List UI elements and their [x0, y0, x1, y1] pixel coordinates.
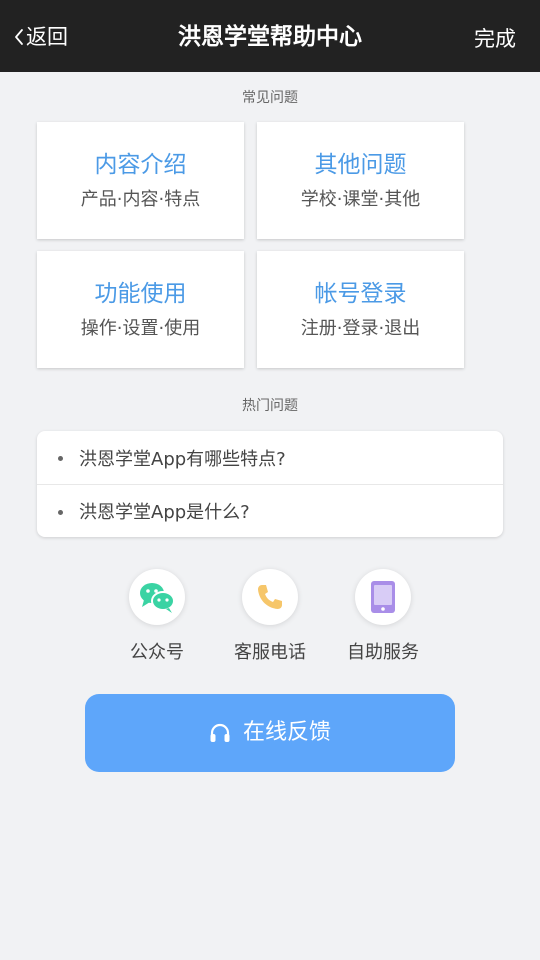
category-title: 内容介绍	[94, 152, 187, 178]
hot-question-text: 洪恩学堂App是什么?	[79, 502, 250, 523]
bullet-dot	[58, 510, 63, 515]
headset-icon	[210, 723, 230, 742]
contact-icon-circle	[242, 569, 298, 625]
back-button[interactable]: 返回	[14, 22, 68, 52]
category-card-other[interactable]: 其他问题 学校·课堂·其他	[257, 122, 464, 239]
header-bar: 返回 洪恩学堂帮助中心 完成	[0, 0, 540, 72]
hot-question-item[interactable]: 洪恩学堂App是什么?	[37, 484, 503, 537]
contact-icon-circle	[355, 569, 411, 625]
category-title: 帐号登录	[314, 281, 407, 307]
done-button[interactable]: 完成	[474, 24, 516, 54]
contact-phone[interactable]: 客服电话	[215, 569, 325, 665]
contact-label: 公众号	[130, 642, 184, 663]
bullet-dot	[58, 456, 63, 461]
category-card-content[interactable]: 内容介绍 产品·内容·特点	[37, 122, 244, 239]
contact-wechat[interactable]: 公众号	[102, 569, 212, 665]
phone-icon	[258, 585, 282, 609]
tablet-icon	[371, 581, 395, 613]
hot-question-item[interactable]: 洪恩学堂App有哪些特点?	[37, 431, 503, 484]
contact-label: 自助服务	[347, 642, 419, 663]
wechat-icon	[140, 583, 175, 613]
faq-section-label: 常见问题	[242, 90, 298, 106]
contact-self-service[interactable]: 自助服务	[328, 569, 438, 665]
category-subtitle: 注册·登录·退出	[300, 318, 421, 339]
category-subtitle: 操作·设置·使用	[80, 318, 201, 339]
category-card-features[interactable]: 功能使用 操作·设置·使用	[37, 251, 244, 368]
contact-icon-circle	[129, 569, 185, 625]
page-title: 洪恩学堂帮助中心	[178, 24, 362, 50]
category-card-account[interactable]: 帐号登录 注册·登录·退出	[257, 251, 464, 368]
online-feedback-button[interactable]: 在线反馈	[85, 694, 455, 772]
hot-question-list: 洪恩学堂App有哪些特点? 洪恩学堂App是什么?	[37, 431, 503, 537]
chevron-left-icon	[15, 29, 23, 45]
back-label: 返回	[26, 25, 68, 49]
hot-section-label: 热门问题	[242, 398, 298, 414]
category-title: 其他问题	[314, 152, 407, 178]
help-center-screen: 返回 洪恩学堂帮助中心 完成 常见问题 内容介绍 产品·内容·特点 其他问题 学…	[0, 0, 540, 960]
contact-label: 客服电话	[234, 642, 306, 663]
category-title: 功能使用	[94, 281, 187, 307]
category-subtitle: 学校·课堂·其他	[300, 189, 421, 210]
feedback-label: 在线反馈	[242, 720, 331, 745]
hot-question-text: 洪恩学堂App有哪些特点?	[79, 448, 286, 470]
category-subtitle: 产品·内容·特点	[80, 189, 201, 210]
